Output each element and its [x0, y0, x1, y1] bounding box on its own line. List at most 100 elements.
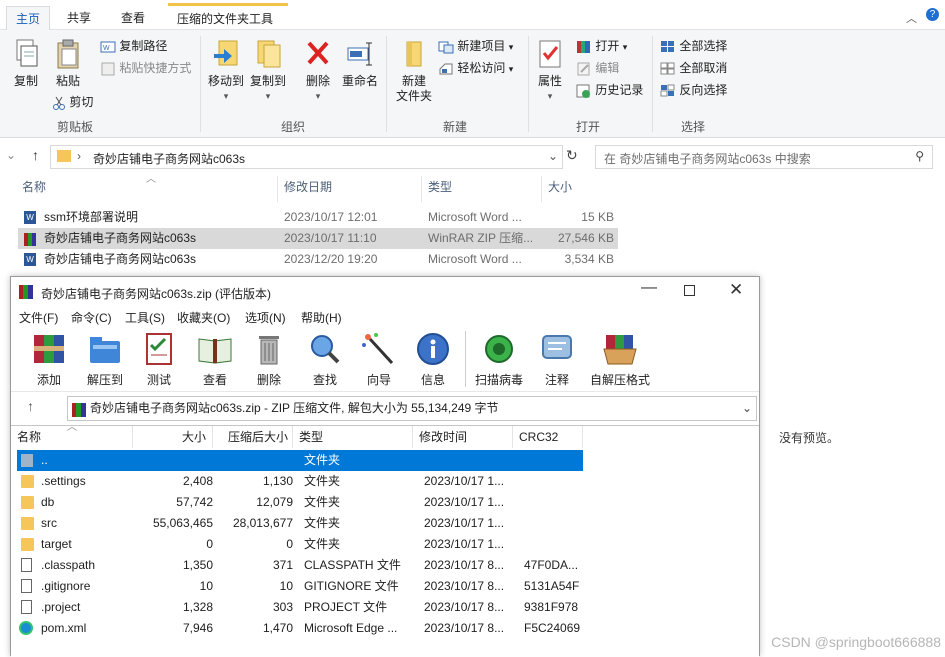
extract-to-button[interactable]: 解压到 [79, 331, 131, 388]
recent-locations-chevron-icon[interactable]: ⌄ [6, 148, 16, 162]
help-icon[interactable]: ? [926, 8, 939, 21]
extract-folder-icon [90, 337, 120, 363]
col-name[interactable]: 名称 [11, 426, 133, 448]
scissors-icon [53, 96, 65, 110]
tab-share[interactable]: 共享 [58, 6, 100, 30]
comment-button[interactable]: 注释 [531, 331, 583, 388]
address-dropdown-icon[interactable]: ⌄ [548, 149, 558, 163]
find-button[interactable]: 查找 [299, 331, 351, 388]
copy-to-button[interactable]: 复制到 ▾ [248, 38, 288, 104]
select-all-button[interactable]: 全部选择 [660, 36, 727, 56]
select-none-button[interactable]: 全部取消 [660, 58, 727, 78]
menu-options[interactable]: 选项(N) [245, 309, 286, 326]
archive-item-size: 7,946 [182, 621, 213, 635]
up-one-level-icon[interactable]: ↑ [27, 398, 34, 414]
close-icon[interactable]: ✕ [729, 280, 743, 300]
search-placeholder: 在 奇妙店铺电子商务网站c063s 中搜索 [604, 152, 811, 166]
tab-view[interactable]: 查看 [112, 6, 154, 30]
group-divider [386, 36, 387, 132]
rename-icon [347, 42, 372, 66]
file-row[interactable]: W 奇妙店铺电子商务网站c063s 2023/12/20 19:20 Micro… [18, 249, 618, 270]
file-row[interactable]: W ssm环境部署说明 2023/10/17 12:01 Microsoft W… [18, 207, 618, 228]
paste-button[interactable]: 粘贴 [48, 38, 88, 89]
info-button[interactable]: 信息 [407, 331, 459, 388]
collapse-ribbon-icon[interactable]: ︿ [906, 10, 917, 26]
cut-button[interactable]: 剪切 [52, 92, 93, 112]
tab-home[interactable]: 主页 [6, 6, 51, 30]
new-item-button[interactable]: 新建项目 ▾ [438, 36, 513, 56]
address-box[interactable]: › 奇妙店铺电子商务网站c063s ⌄ [50, 145, 563, 169]
copy-button[interactable]: 复制 [6, 38, 46, 89]
add-button[interactable]: 添加 [23, 331, 75, 388]
menu-favorites[interactable]: 收藏夹(O) [177, 309, 230, 326]
copy-to-label: 复制到 [249, 74, 286, 88]
menu-commands[interactable]: 命令(C) [71, 309, 112, 326]
folder-icon [21, 496, 34, 509]
archive-path-box[interactable]: 奇妙店铺电子商务网站c063s.zip - ZIP 压缩文件, 解包大小为 55… [67, 396, 757, 421]
menu-help[interactable]: 帮助(H) [301, 309, 342, 326]
history-button[interactable]: 历史记录 [576, 80, 643, 100]
menu-file[interactable]: 文件(F) [19, 309, 58, 326]
copy-path-button[interactable]: W 复制路径 [100, 36, 167, 56]
new-folder-button[interactable]: 新建 文件夹 [392, 38, 436, 104]
file-row[interactable]: 奇妙店铺电子商务网站c063s 2023/10/17 11:10 WinRAR … [18, 228, 618, 249]
column-divider [421, 176, 422, 202]
search-input[interactable]: 在 奇妙店铺电子商务网站c063s 中搜索 ⚲ [595, 145, 933, 169]
invert-selection-label: 反向选择 [679, 83, 728, 97]
archive-row[interactable]: target 0 0 文件夹 2023/10/17 1... [17, 534, 583, 555]
wizard-button[interactable]: 向导 [353, 331, 405, 388]
file-date: 2023/10/17 12:01 [284, 210, 378, 224]
open-button[interactable]: 打开 ▾ [576, 36, 627, 56]
sfx-button[interactable]: 自解压格式 [587, 331, 653, 388]
sfx-box-icon [603, 335, 637, 365]
easy-access-button[interactable]: 轻松访问 ▾ [438, 58, 513, 78]
column-type[interactable]: 类型 [428, 178, 452, 200]
archive-row[interactable]: pom.xml 7,946 1,470 Microsoft Edge ... 2023/… [17, 618, 583, 639]
delete-label: 删除 [305, 74, 330, 88]
col-size[interactable]: 大小 [133, 426, 213, 448]
wizard-wand-icon [362, 333, 394, 365]
invert-selection-button[interactable]: 反向选择 [660, 80, 727, 100]
column-date[interactable]: 修改日期 [284, 178, 332, 200]
sfx-label: 自解压格式 [589, 373, 650, 387]
archive-row[interactable]: .project 1,328 303 PROJECT 文件 2023/10/17 8..… [17, 597, 583, 618]
archive-row[interactable]: .classpath 1,350 371 CLASSPATH 文件 2023/10/17… [17, 555, 583, 576]
sort-indicator-icon: ︿ [146, 174, 156, 185]
col-packed[interactable]: 压缩后大小 [213, 426, 293, 448]
refresh-icon[interactable]: ↻ [566, 147, 578, 164]
archive-row[interactable]: .settings 2,408 1,130 文件夹 2023/10/17 1... [17, 471, 583, 492]
archive-row[interactable]: .. 文件夹 [17, 450, 583, 471]
winrar-toolbar: 添加 解压到 测试 查看 删除 查找 向导 信息 扫描病毒 注释 自解压格式 [11, 327, 759, 389]
archive-row[interactable]: .gitignore 10 10 GITIGNORE 文件 2023/10/17 8..… [17, 576, 583, 597]
column-name[interactable]: 名称 [22, 178, 46, 200]
archive-row[interactable]: db 57,742 12,079 文件夹 2023/10/17 1... [17, 492, 583, 513]
minimize-icon[interactable]: — [641, 279, 657, 297]
col-modified[interactable]: 修改时间 [413, 426, 513, 448]
move-to-button[interactable]: 移动到 ▾ [206, 38, 246, 104]
tab-compressed-folder-tools[interactable]: 压缩的文件夹工具 [168, 3, 288, 30]
path-dropdown-icon[interactable]: ⌄ [742, 397, 752, 420]
menu-tools[interactable]: 工具(S) [125, 309, 165, 326]
archive-item-name: db [41, 495, 55, 509]
archive-item-name: .classpath [41, 558, 96, 572]
maximize-icon[interactable] [684, 285, 695, 296]
edit-button[interactable]: 编辑 [576, 58, 619, 78]
organize-group-label: 组织 [280, 120, 305, 134]
column-size[interactable]: 大小 [548, 178, 572, 200]
up-arrow-icon[interactable]: ↑ [32, 147, 39, 163]
delete-button[interactable]: 删除 ▾ [298, 38, 338, 104]
extract-to-label: 解压到 [86, 373, 123, 387]
rename-button[interactable]: 重命名 [340, 38, 380, 89]
virus-scan-button[interactable]: 扫描病毒 [473, 331, 525, 388]
test-button[interactable]: 测试 [133, 331, 185, 388]
col-type[interactable]: 类型 [293, 426, 413, 448]
paste-shortcut-button[interactable]: 粘贴快捷方式 [100, 58, 191, 78]
comment-label: 注释 [544, 373, 569, 387]
add-label: 添加 [36, 373, 61, 387]
view-button[interactable]: 查看 [189, 331, 241, 388]
col-crc[interactable]: CRC32 [513, 426, 583, 448]
paste-shortcut-icon [101, 62, 115, 76]
archive-row[interactable]: src 55,063,465 28,013,677 文件夹 2023/10/17 1..… [17, 513, 583, 534]
delete-archive-button[interactable]: 删除 [243, 331, 295, 388]
properties-button[interactable]: 属性 ▾ [532, 38, 568, 104]
